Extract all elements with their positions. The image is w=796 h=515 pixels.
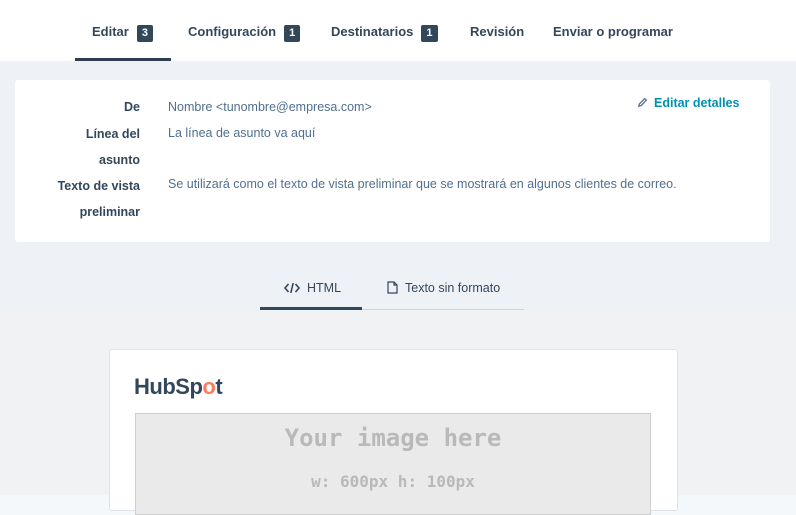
tab-label: Configuración [188, 24, 277, 39]
from-value: Nombre <tunombre@empresa.com> [168, 100, 372, 114]
code-icon [283, 282, 301, 294]
tab-label: Revisión [470, 24, 525, 39]
tab-enviar-programar[interactable]: Enviar o programar [553, 24, 673, 54]
edit-details-link[interactable]: Editar detalles [637, 96, 739, 110]
count-badge: 1 [284, 25, 301, 42]
active-view-tab-indicator [260, 307, 362, 310]
tab-revision[interactable]: Revisión [470, 24, 524, 54]
view-tab-label: HTML [307, 281, 342, 295]
top-tab-bar: Editar 3 Configuración 1 Destinatarios 1 Re… [0, 0, 796, 61]
count-badge: 3 [136, 25, 153, 42]
edit-details-label: Editar detalles [654, 96, 740, 110]
tab-label: Editar [92, 24, 129, 39]
tab-configuracion[interactable]: Configuración 1 [188, 24, 301, 54]
image-placeholder-title: Your image here [284, 424, 502, 452]
view-tab-plain-text[interactable]: Texto sin formato [387, 281, 500, 295]
tab-destinatarios[interactable]: Destinatarios 1 [331, 24, 438, 54]
from-label: De [124, 100, 140, 114]
tab-editar[interactable]: Editar 3 [92, 24, 153, 54]
preview-text-value: Se utilizará como el texto de vista prel… [168, 177, 677, 191]
subject-label-line1: Línea del [85, 127, 140, 141]
subject-label-line2: asunto [99, 153, 140, 167]
document-icon [387, 281, 398, 294]
view-tab-label: Texto sin formato [405, 281, 501, 295]
tab-label: Enviar o programar [553, 24, 673, 39]
view-tab-html[interactable]: HTML [283, 281, 342, 295]
preview-label-line1: Texto de vista [57, 179, 140, 193]
preview-label-line2: preliminar [79, 205, 140, 219]
count-badge: 1 [421, 25, 438, 42]
pencil-icon [637, 97, 648, 108]
subject-value: La línea de asunto va aquí [168, 126, 316, 140]
image-placeholder-size: w: 600px h: 100px [311, 472, 475, 491]
image-placeholder[interactable]: Your image here w: 600px h: 100px [135, 413, 651, 515]
hubspot-logo: HubSpot [134, 374, 223, 399]
tab-label: Destinatarios [331, 24, 414, 39]
